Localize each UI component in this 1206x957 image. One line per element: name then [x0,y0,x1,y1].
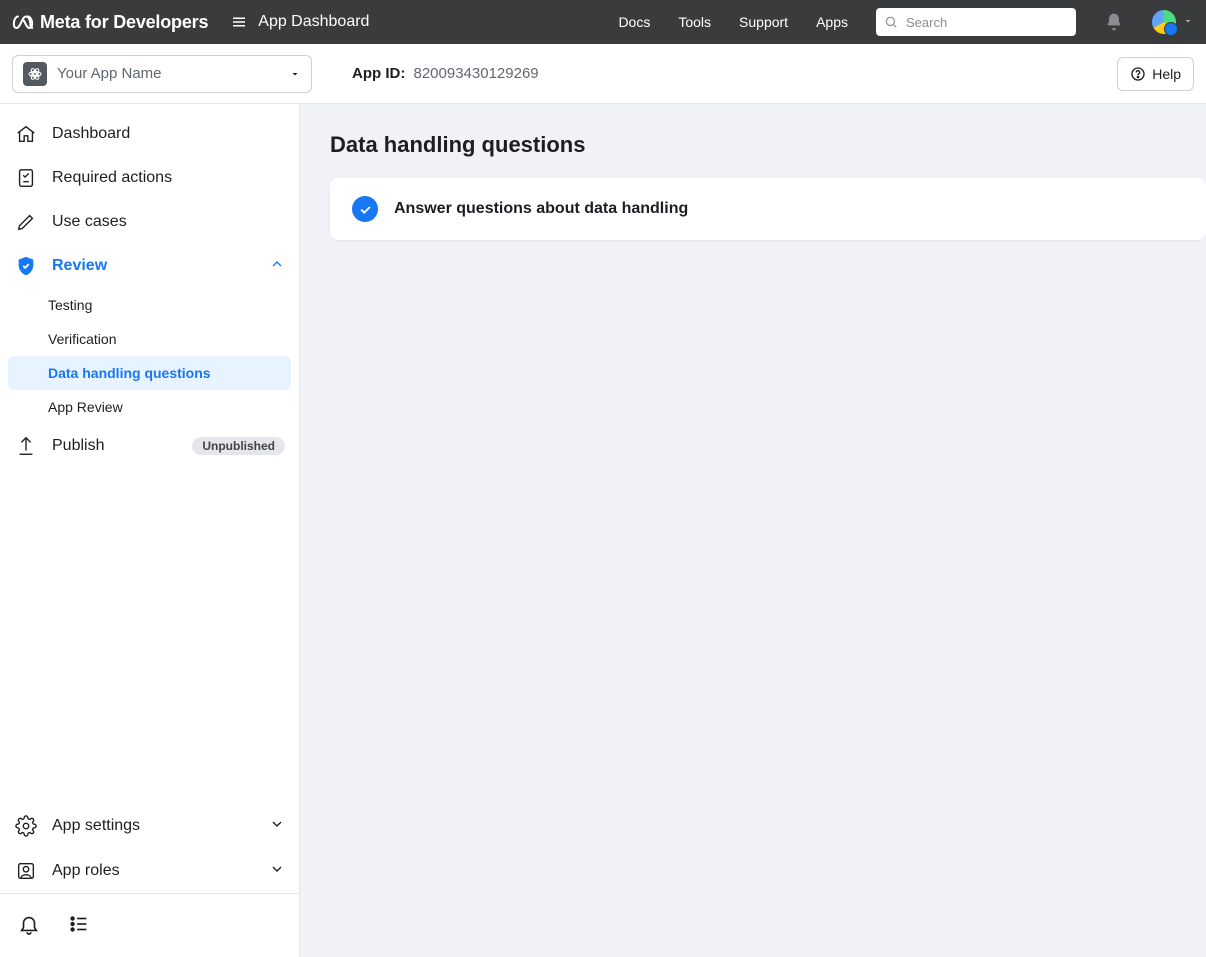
help-icon [1130,66,1146,82]
sidebar-item-review[interactable]: Review [0,244,299,288]
list-icon [68,913,90,935]
upload-icon [14,434,38,458]
chevron-up-icon [269,256,285,277]
search-icon [884,15,898,29]
app-id-value: 820093430129269 [414,65,539,82]
sidebar-footer [0,893,299,957]
checklist-icon [14,166,38,190]
account-menu[interactable] [1152,10,1194,34]
dashboard-menu-toggle[interactable]: App Dashboard [230,13,369,31]
sidebar-item-label: Review [52,257,107,275]
help-button[interactable]: Help [1117,57,1194,91]
sidebar-item-label: Publish [52,437,104,455]
sidebar-subitem-app-review[interactable]: App Review [0,390,299,424]
nav-tools[interactable]: Tools [678,14,711,30]
gear-icon [14,814,38,838]
caret-down-icon [289,68,301,80]
search-input[interactable] [906,15,1056,30]
chevron-down-icon [269,861,285,882]
footer-notifications-button[interactable] [18,913,40,938]
main-content: Data handling questions Answer questions… [300,104,1206,957]
bell-outline-icon [18,913,40,935]
app-icon [23,62,47,86]
sidebar-subitem-verification[interactable]: Verification [0,322,299,356]
sidebar-item-publish[interactable]: Publish Unpublished [0,424,299,468]
bell-icon [1104,12,1124,32]
hamburger-icon [230,13,248,31]
sidebar-item-label: Required actions [52,169,172,187]
help-button-label: Help [1152,66,1181,82]
nav-docs[interactable]: Docs [618,14,650,30]
sidebar-item-label: Dashboard [52,125,130,143]
page-title: Data handling questions [330,132,1206,158]
sidebar-item-label: App settings [52,817,140,835]
sidebar-item-app-settings[interactable]: App settings [0,803,299,848]
top-header: Meta for Developers App Dashboard Docs T… [0,0,1206,44]
check-circle-icon [352,196,378,222]
brand-logo[interactable]: Meta for Developers [12,11,208,33]
sidebar-item-app-roles[interactable]: App roles [0,848,299,893]
home-icon [14,122,38,146]
notifications-button[interactable] [1104,12,1124,32]
app-selector[interactable]: Your App Name [12,55,312,93]
global-search[interactable] [876,8,1076,36]
publish-status-badge: Unpublished [192,437,285,455]
dashboard-title: App Dashboard [258,13,369,31]
avatar-icon [1152,10,1176,34]
meta-logo-icon [12,11,34,33]
app-id-display: App ID: 820093430129269 [352,65,539,82]
data-handling-card[interactable]: Answer questions about data handling [330,178,1206,240]
sidebar-item-label: App roles [52,862,120,880]
sidebar-subitem-testing[interactable]: Testing [0,288,299,322]
app-info-bar: Your App Name App ID: 820093430129269 He… [0,44,1206,104]
card-title: Answer questions about data handling [394,200,688,218]
sidebar: Dashboard Required actions Use cases Rev… [0,104,300,957]
sidebar-item-required-actions[interactable]: Required actions [0,156,299,200]
nav-support[interactable]: Support [739,14,788,30]
sidebar-item-label: Use cases [52,213,127,231]
sidebar-subitem-data-handling-questions[interactable]: Data handling questions [8,356,291,390]
sidebar-item-dashboard[interactable]: Dashboard [0,112,299,156]
brand-text: Meta for Developers [40,12,208,33]
app-selector-name: Your App Name [57,65,279,82]
shield-check-icon [14,254,38,278]
pencil-icon [14,210,38,234]
sidebar-item-use-cases[interactable]: Use cases [0,200,299,244]
top-nav: Docs Tools Support Apps [618,8,1194,36]
nav-apps[interactable]: Apps [816,14,848,30]
roles-icon [14,859,38,883]
chevron-down-icon [1182,14,1194,30]
footer-activity-log-button[interactable] [68,913,90,938]
chevron-down-icon [269,816,285,837]
app-id-label: App ID: [352,65,405,82]
